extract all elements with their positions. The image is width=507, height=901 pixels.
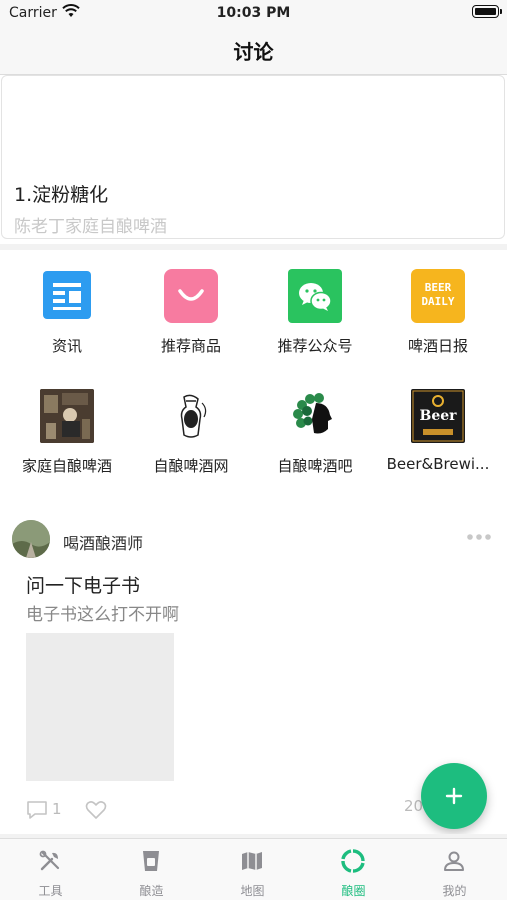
plus-icon [445,787,463,805]
beer-daily-icon: BEER DAILY [411,269,465,323]
tab-me[interactable]: 我的 [404,839,505,901]
page-title: 讨论 [233,40,274,64]
grid-label-brew-bar: 自酿啤酒吧 [277,457,353,475]
grid-label-news: 资讯 [51,337,82,355]
wechat-icon [288,269,342,323]
beer-brewing-badge-text: Beer [419,408,457,424]
status-bar: Carrier 10:03 PM [0,0,507,26]
tab-label-me: 我的 [442,884,467,898]
battery-icon [472,5,502,18]
more-options-icon[interactable] [466,532,492,542]
shopping-bag-icon [164,269,218,323]
tools-icon [39,850,60,871]
home-brew-thumbnail-icon [40,389,94,443]
tab-label-map: 地图 [240,884,265,898]
tab-brew[interactable]: 酿造 [101,839,202,901]
grid-label-recommended-products: 推荐商品 [160,337,221,355]
brew-cup-icon [143,851,159,871]
comment-icon[interactable] [26,800,48,820]
grid-label-beer-brewing: Beer&Brewi... [386,455,490,473]
circle-icon [341,849,365,873]
tab-bar: 工具 酿造 地图 酿圈 我的 [0,838,507,900]
beer-daily-line2: DAILY [421,295,455,308]
tab-label-brew: 酿造 [139,884,164,898]
post-title[interactable]: 问一下电子书 [26,571,140,598]
section-divider [0,244,507,250]
hop-head-logo-icon [288,389,342,443]
grid-label-home-brew: 家庭自酿啤酒 [21,457,112,475]
beer-brewing-logo-icon: Beer [411,389,465,443]
post-image[interactable] [26,633,174,781]
profile-icon [444,851,464,871]
tab-map[interactable]: 地图 [202,839,303,901]
news-icon [43,271,91,319]
navigation-bar: 讨论 [0,26,507,75]
beer-daily-line1: BEER [424,281,452,294]
banner-subtitle: 陈老丁家庭自酿啤酒 [14,217,167,237]
grid-label-beer-daily: 啤酒日报 [407,337,468,355]
featured-banner[interactable]: 1.淀粉糖化 陈老丁家庭自酿啤酒 [1,75,505,239]
brew-web-logo-icon [164,389,218,443]
heart-icon[interactable] [85,800,107,820]
add-post-button[interactable] [421,763,487,829]
avatar[interactable] [12,520,50,558]
tab-tools[interactable]: 工具 [0,839,101,901]
grid-label-brew-web: 自酿啤酒网 [153,457,229,475]
post-author[interactable]: 喝酒酿酒师 [63,530,143,554]
tab-label-tools: 工具 [38,884,63,898]
grid-label-recommended-accounts: 推荐公众号 [277,337,353,355]
map-icon [242,852,262,870]
tab-circle[interactable]: 酿圈 [303,839,404,901]
banner-title: 1.淀粉糖化 [14,184,109,206]
comment-count: 1 [52,800,62,818]
status-time: 10:03 PM [216,5,291,21]
post-body: 电子书这么打不开啊 [26,605,179,625]
tab-label-circle: 酿圈 [341,884,366,898]
